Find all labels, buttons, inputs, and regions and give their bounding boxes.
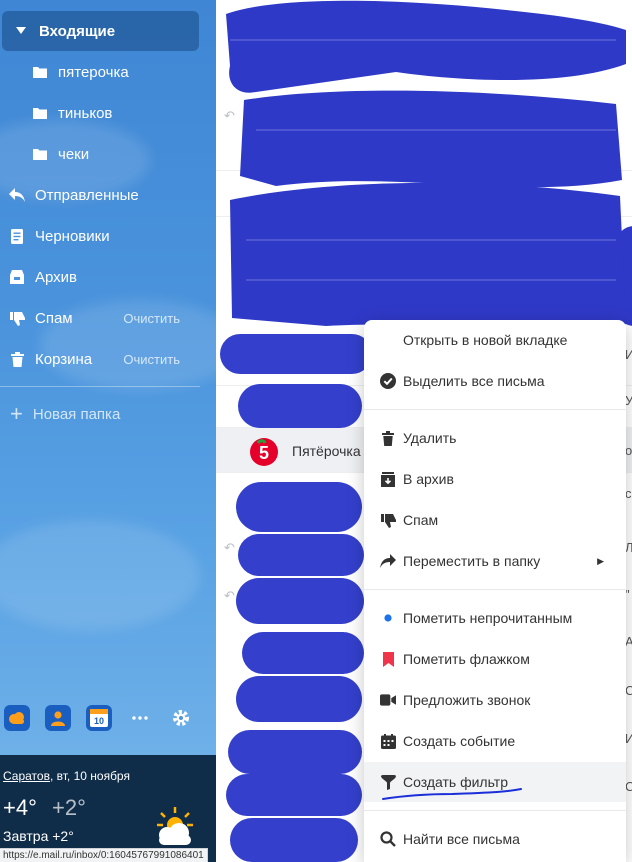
- menu-select-all[interactable]: Выделить все письма: [364, 361, 626, 401]
- menu-separator: [364, 409, 626, 410]
- sidebar-item-label: Отправленные: [35, 186, 139, 204]
- sidebar-item-label: пятерочка: [58, 63, 129, 81]
- folder-icon: [31, 145, 49, 163]
- document-icon: [8, 227, 26, 245]
- weather-temp-feels: +2°: [52, 795, 86, 820]
- new-folder-label: Новая папка: [32, 405, 121, 423]
- clear-spam-button[interactable]: Очистить: [123, 311, 180, 326]
- more-apps-icon[interactable]: [127, 705, 153, 731]
- menu-find-all[interactable]: Найти все письма: [364, 819, 626, 859]
- trash-icon: [8, 350, 26, 368]
- thumbs-down-icon: [380, 512, 396, 528]
- unread-dot-icon: [380, 610, 396, 626]
- sidebar-item-label: тиньков: [58, 104, 113, 122]
- archive-icon: [8, 268, 26, 286]
- menu-item-label: В архив: [403, 471, 454, 487]
- sidebar-item-folder-pyaterochka[interactable]: пятерочка: [0, 52, 200, 92]
- calendar-app-icon[interactable]: 10: [86, 705, 112, 731]
- sidebar-item-folder-cheki[interactable]: чеки: [0, 134, 200, 174]
- sidebar-item-label: Архив: [35, 268, 78, 286]
- weather-tomorrow: Завтра +2°: [3, 828, 74, 844]
- menu-item-label: Пометить флажком: [403, 651, 530, 667]
- folder-icon: [31, 104, 49, 122]
- sidebar-item-label: Черновики: [35, 227, 110, 245]
- folder-move-icon: [380, 553, 396, 569]
- trash-icon: [380, 430, 396, 446]
- thumbs-down-icon: [8, 309, 26, 327]
- weather-widget: Саратов, вт, 10 ноября +4° +2° Завтра +2…: [0, 755, 216, 862]
- sidebar-item-trash[interactable]: Корзина Очистить: [0, 339, 200, 379]
- status-bar-url: https://e.mail.ru/inbox/0:16045767991086…: [0, 848, 208, 862]
- new-folder-button[interactable]: + Новая папка: [10, 401, 121, 426]
- contacts-app-icon[interactable]: [45, 705, 71, 731]
- sidebar-item-inbox[interactable]: Входящие: [2, 11, 199, 51]
- sidebar: Входящие пятерочка тиньков чеки Отправле…: [0, 0, 216, 862]
- weather-temp-now: +4°: [3, 795, 37, 820]
- sidebar-item-label: чеки: [58, 145, 90, 163]
- caret-down-icon: [12, 22, 30, 40]
- cloud-app-icon[interactable]: [4, 705, 30, 731]
- menu-item-label: Спам: [403, 512, 439, 528]
- menu-suggest-call[interactable]: Предложить звонок: [364, 680, 626, 720]
- sidebar-item-drafts[interactable]: Черновики: [0, 216, 200, 256]
- flag-icon: [380, 651, 396, 667]
- menu-item-label: Выделить все письма: [403, 373, 545, 389]
- clear-trash-button[interactable]: Очистить: [123, 352, 180, 367]
- sidebar-item-sent[interactable]: Отправленные: [0, 175, 200, 215]
- menu-open-new-tab[interactable]: Открыть в новой вкладке: [364, 320, 626, 360]
- sidebar-item-label: Входящие: [39, 22, 116, 40]
- menu-move-to-folder[interactable]: Переместить в папку ▶: [364, 541, 626, 581]
- menu-item-label: Найти все письма: [403, 831, 520, 847]
- video-camera-icon: [380, 692, 396, 708]
- plus-icon: +: [10, 401, 23, 426]
- reply-icon: [8, 186, 26, 204]
- sky-cloud: [0, 520, 200, 630]
- menu-item-label: Переместить в папку: [403, 553, 541, 569]
- menu-item-label: Создать событие: [403, 733, 516, 749]
- app-shortcuts: 10: [4, 705, 209, 731]
- partly-cloudy-icon: [153, 807, 197, 852]
- menu-flag[interactable]: Пометить флажком: [364, 639, 626, 679]
- menu-item-label: Пометить непрочитанным: [403, 610, 573, 626]
- submenu-arrow-icon: ▶: [597, 555, 604, 566]
- sidebar-item-label: Корзина: [35, 350, 93, 368]
- menu-spam[interactable]: Спам: [364, 500, 626, 540]
- menu-create-event[interactable]: Создать событие: [364, 721, 626, 761]
- menu-item-label: Удалить: [403, 430, 457, 446]
- calendar-icon: [380, 733, 396, 749]
- menu-mark-unread[interactable]: Пометить непрочитанным: [364, 598, 626, 638]
- weather-city-link[interactable]: Саратов: [3, 769, 50, 783]
- gear-icon[interactable]: [168, 705, 194, 731]
- search-icon: [380, 831, 396, 847]
- menu-archive[interactable]: В архив: [364, 459, 626, 499]
- archive-box-icon: [380, 471, 396, 487]
- context-menu: Открыть в новой вкладке Выделить все пис…: [364, 320, 626, 862]
- sidebar-item-archive[interactable]: Архив: [0, 257, 200, 297]
- weather-date: , вт, 10 ноября: [49, 769, 130, 783]
- folder-icon: [31, 63, 49, 81]
- check-circle-icon: [380, 373, 396, 389]
- sidebar-item-folder-tinkov[interactable]: тиньков: [0, 93, 200, 133]
- calendar-day: 10: [94, 716, 104, 726]
- menu-separator: [364, 810, 626, 811]
- sidebar-item-spam[interactable]: Спам Очистить: [0, 298, 200, 338]
- menu-item-label: Открыть в новой вкладке: [403, 332, 568, 348]
- weather-location: Саратов, вт, 10 ноября: [3, 769, 130, 783]
- underline-annotation: [382, 788, 522, 800]
- menu-item-label: Предложить звонок: [403, 692, 531, 708]
- sidebar-divider: [0, 386, 200, 387]
- sidebar-item-label: Спам: [35, 309, 73, 327]
- menu-separator: [364, 589, 626, 590]
- menu-delete[interactable]: Удалить: [364, 418, 626, 458]
